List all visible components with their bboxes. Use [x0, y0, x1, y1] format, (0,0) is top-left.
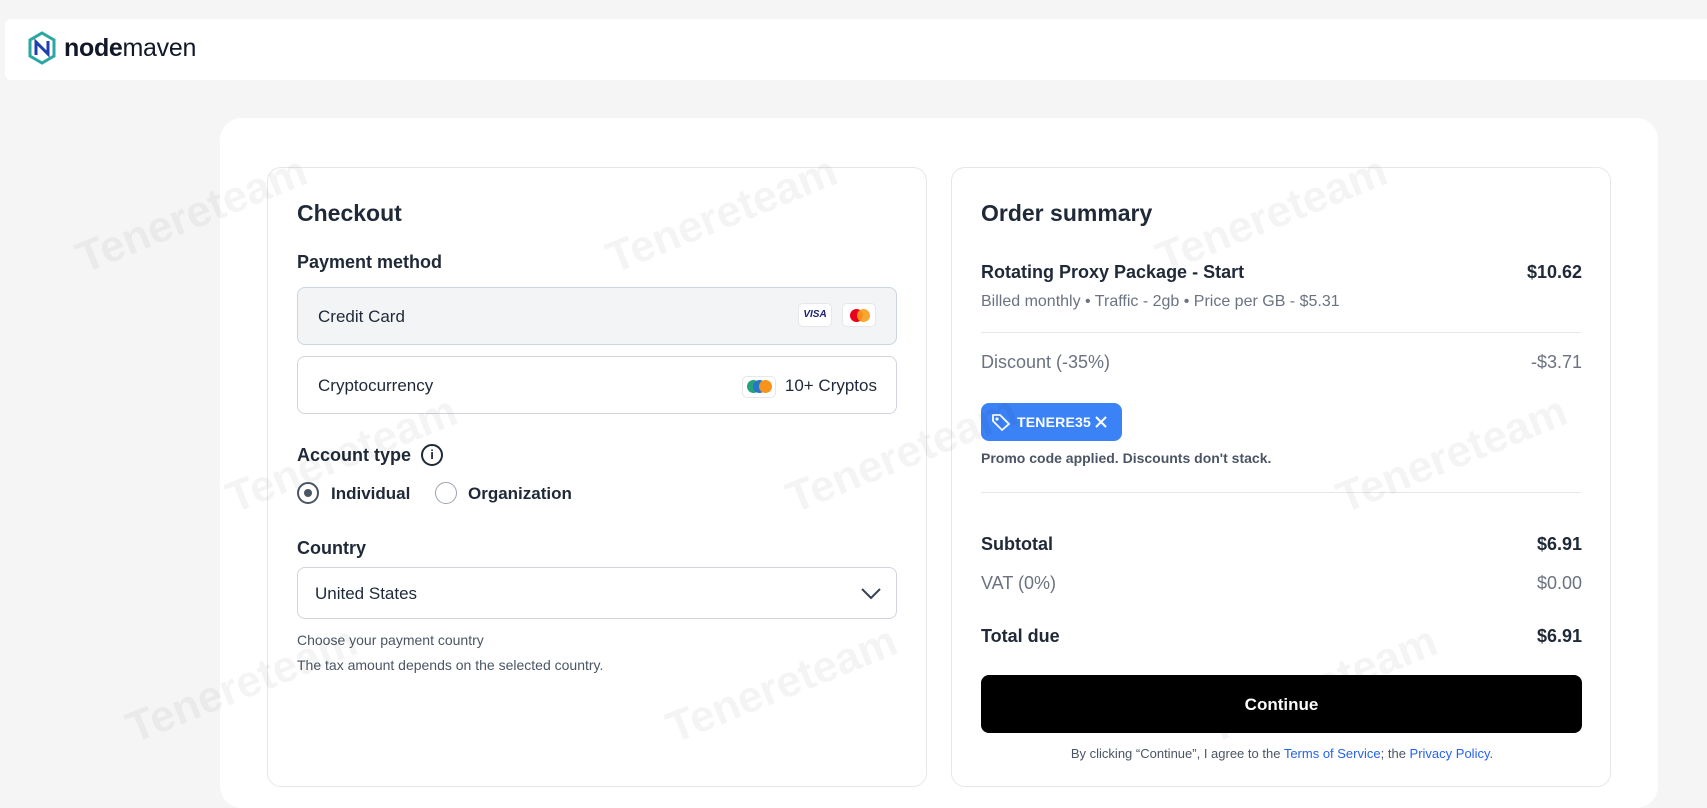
crypto-coins-icon	[742, 376, 776, 398]
item-price: $10.62	[1526, 262, 1582, 282]
remove-promo-icon[interactable]	[1094, 415, 1108, 429]
continue-button[interactable]: Continue	[981, 675, 1582, 733]
brand-name: nodemaven	[64, 33, 197, 62]
radio-individual[interactable]	[297, 482, 319, 504]
brand-logo[interactable]: nodemaven	[28, 31, 196, 65]
country-select[interactable]: United States	[297, 567, 897, 619]
divider	[981, 332, 1581, 333]
checkout-panel: Checkout Payment method Credit Card VISA…	[267, 167, 927, 787]
top-navbar: nodemaven	[5, 19, 1707, 80]
chevron-down-icon	[861, 588, 881, 600]
checkout-title: Checkout	[297, 200, 402, 226]
country-label: Country	[297, 538, 366, 558]
terms-suffix: .	[1489, 746, 1494, 761]
info-icon[interactable]: i	[421, 444, 443, 466]
promo-note: Promo code applied. Discounts don't stac…	[981, 450, 1272, 466]
promo-code-chip: TENERE35	[981, 403, 1122, 441]
tag-icon	[992, 414, 1010, 431]
account-type-label: Account type	[297, 445, 412, 465]
total-value: $6.91	[1536, 626, 1582, 646]
nodemaven-logo-icon	[28, 31, 56, 65]
terms-prefix: By clicking “Continue”, I agree to the	[1070, 746, 1284, 761]
payment-option-label: Credit Card	[318, 307, 405, 326]
order-summary-title: Order summary	[981, 200, 1153, 226]
privacy-policy-link[interactable]: Privacy Policy	[1410, 746, 1490, 761]
subtotal-label: Subtotal	[981, 534, 1053, 554]
tax-hint: The tax amount depends on the selected c…	[297, 657, 604, 673]
subtotal-value: $6.91	[1536, 534, 1582, 554]
order-summary-panel: Order summary Rotating Proxy Package - S…	[951, 167, 1611, 787]
mastercard-icon	[842, 303, 876, 327]
item-name: Rotating Proxy Package - Start	[981, 262, 1245, 282]
discount-label: Discount (-35%)	[981, 352, 1111, 372]
vat-label: VAT (0%)	[981, 573, 1057, 593]
payment-option-cryptocurrency[interactable]: Cryptocurrency 10+ Cryptos	[297, 356, 897, 414]
divider	[981, 492, 1581, 493]
country-value: United States	[315, 584, 418, 603]
country-hint: Choose your payment country	[297, 632, 484, 648]
payment-option-credit-card[interactable]: Credit Card VISA	[297, 287, 897, 345]
payment-option-label: Cryptocurrency	[318, 376, 434, 395]
radio-label-individual[interactable]: Individual	[331, 484, 410, 504]
radio-organization[interactable]	[435, 482, 457, 504]
terms-middle: ; the	[1380, 746, 1410, 761]
total-label: Total due	[981, 626, 1060, 646]
discount-value: -$3.71	[1530, 352, 1582, 372]
item-details: Billed monthly • Traffic - 2gb • Price p…	[981, 293, 1340, 310]
crypto-count-label: 10+ Cryptos	[784, 376, 877, 395]
visa-icon: VISA	[798, 303, 832, 327]
terms-of-service-link[interactable]: Terms of Service	[1284, 746, 1381, 761]
payment-method-label: Payment method	[297, 252, 443, 272]
terms-notice: By clicking “Continue”, I agree to the T…	[952, 746, 1612, 761]
promo-code: TENERE35	[1017, 414, 1091, 430]
vat-value: $0.00	[1536, 573, 1582, 593]
radio-label-organization[interactable]: Organization	[468, 484, 572, 504]
